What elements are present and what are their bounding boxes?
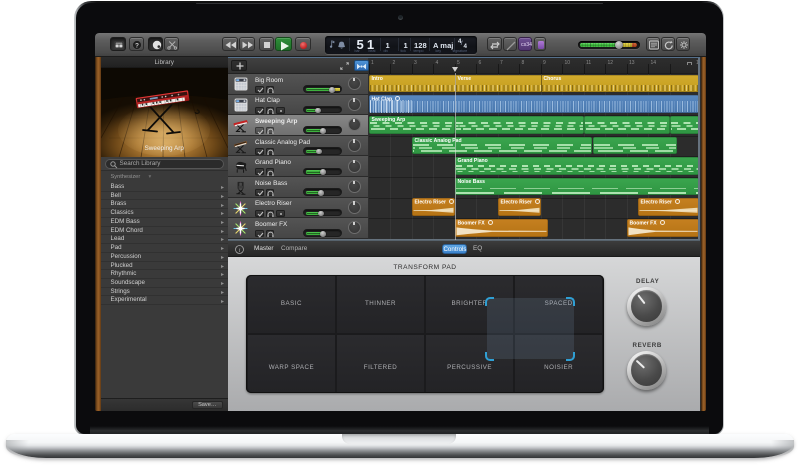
svg-text:i: i <box>239 247 241 254</box>
svg-text:?: ? <box>135 42 139 49</box>
